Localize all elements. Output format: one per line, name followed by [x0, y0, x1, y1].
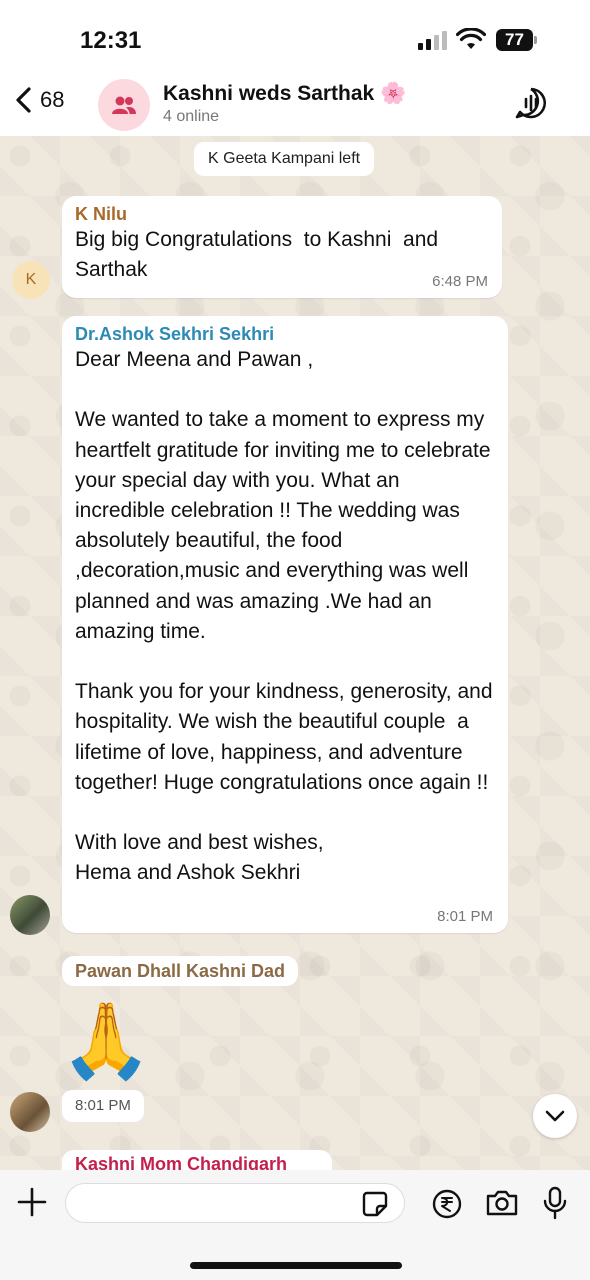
message-input[interactable]	[65, 1183, 405, 1223]
message-sender[interactable]: Pawan Dhall Kashni Dad	[62, 956, 299, 986]
avatar[interactable]: K	[12, 261, 50, 299]
home-indicator[interactable]	[190, 1262, 402, 1269]
camera-icon[interactable]	[485, 1189, 519, 1217]
voice-chat-icon[interactable]	[514, 86, 548, 120]
avatar[interactable]	[10, 1092, 50, 1132]
avatar[interactable]	[10, 895, 50, 935]
wifi-icon	[456, 28, 486, 49]
group-icon	[112, 96, 136, 114]
message-text: Big big Congratulations to Kashni and Sa…	[75, 228, 444, 282]
chat-header: 68 Kashni weds Sarthak 🌸 4 online	[0, 66, 590, 136]
message-text: Dear Meena and Pawan , We wanted to take…	[75, 348, 493, 885]
scroll-to-bottom-button[interactable]	[533, 1094, 577, 1138]
message-time: 8:01 PM	[62, 1090, 144, 1122]
online-status: 4 online	[163, 108, 220, 125]
battery-icon: 77	[496, 29, 538, 51]
message-bubble[interactable]: Dr.Ashok Sekhri Sekhri Dear Meena and Pa…	[62, 316, 508, 933]
battery-level: 77	[496, 29, 533, 51]
chevron-down-icon	[545, 1110, 565, 1122]
chevron-left-icon	[16, 87, 31, 113]
back-button[interactable]: 68	[14, 86, 64, 114]
message-sender[interactable]: K Nilu	[75, 204, 489, 225]
plus-icon[interactable]	[16, 1186, 48, 1218]
message-bubble[interactable]: K Nilu Big big Congratulations to Kashni…	[62, 196, 502, 298]
cellular-signal-icon	[418, 31, 447, 50]
status-time: 12:31	[80, 27, 142, 54]
message-composer	[0, 1170, 590, 1280]
unread-count: 68	[40, 87, 65, 112]
system-message: K Geeta Kampani left	[194, 142, 375, 176]
sticker-icon[interactable]	[362, 1191, 388, 1217]
microphone-icon[interactable]	[542, 1186, 568, 1220]
message-sender[interactable]: Dr.Ashok Sekhri Sekhri	[75, 324, 495, 345]
emoji-message[interactable]: 🙏	[60, 996, 152, 1086]
group-avatar[interactable]	[98, 79, 150, 131]
chat-title[interactable]: Kashni weds Sarthak 🌸	[163, 82, 406, 106]
message-time: 6:48 PM	[432, 273, 488, 290]
payment-rupee-icon[interactable]	[432, 1189, 462, 1219]
message-time: 8:01 PM	[437, 908, 493, 925]
